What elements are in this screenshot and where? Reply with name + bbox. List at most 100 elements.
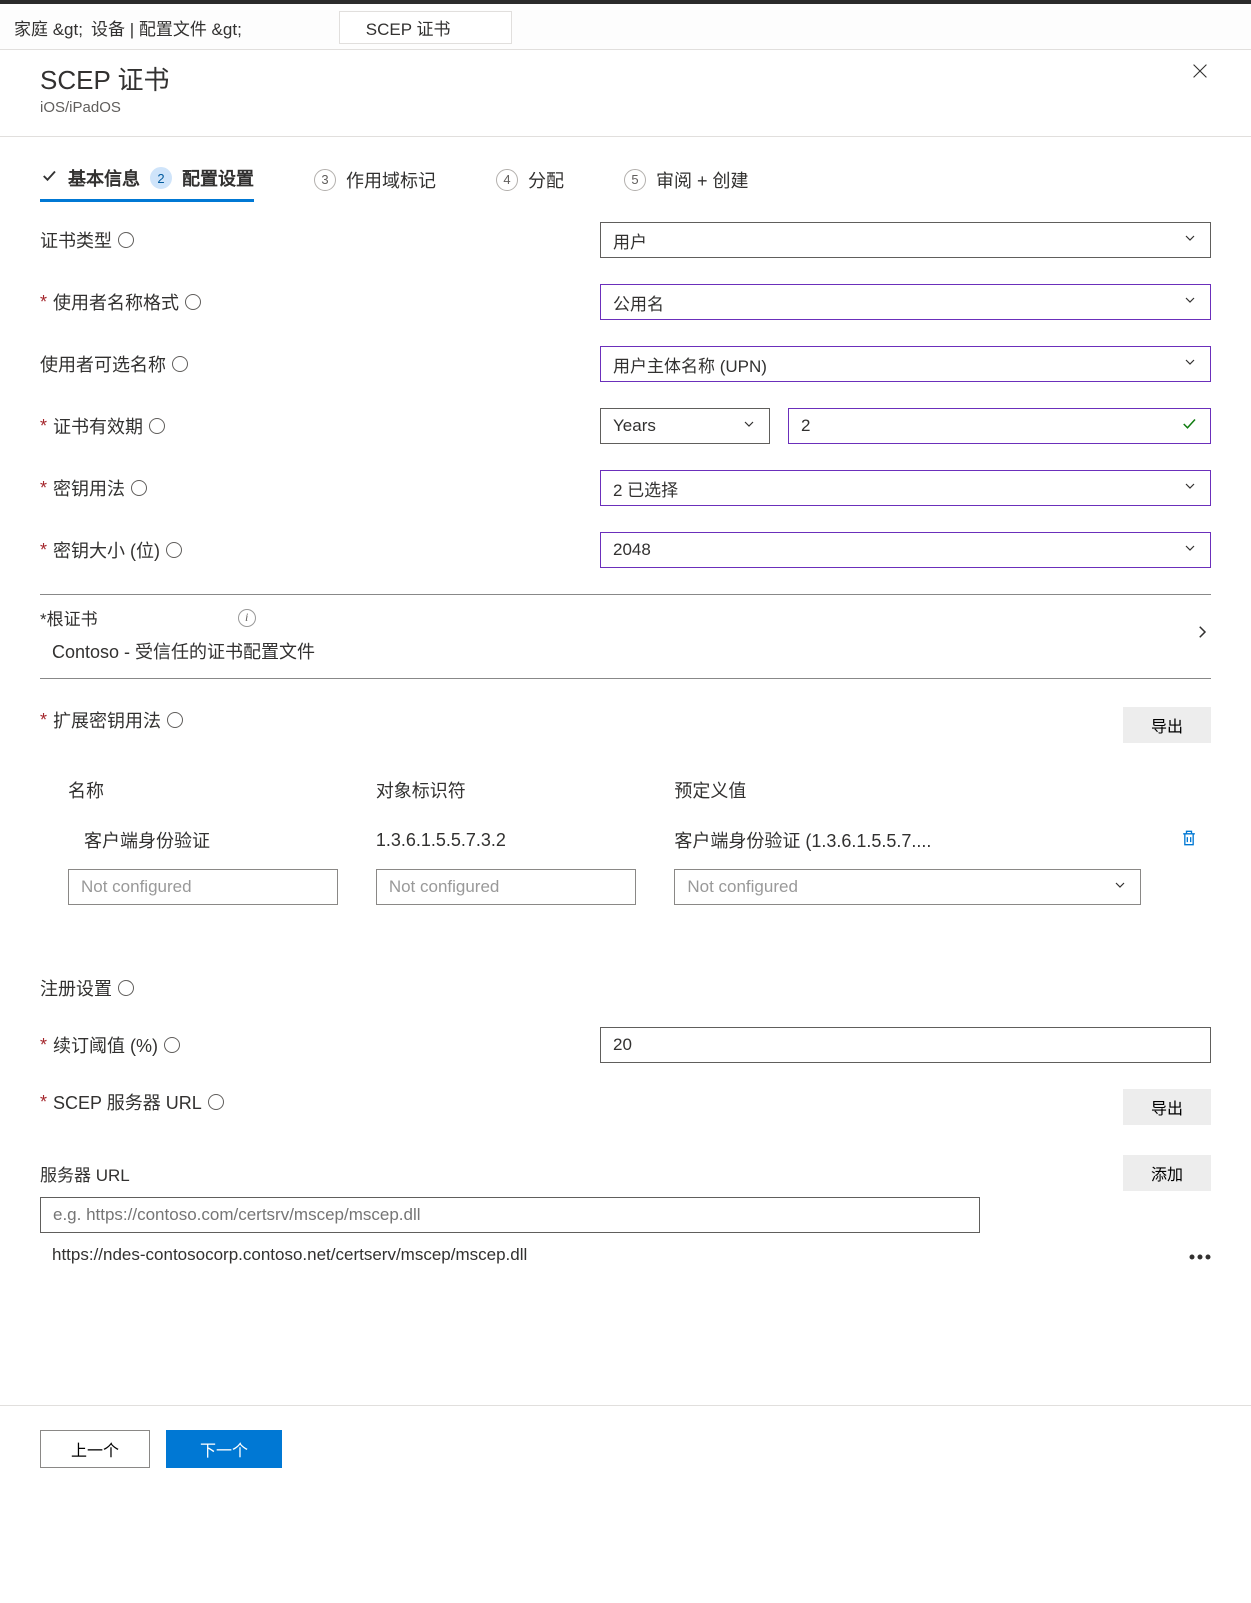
eku-table: 名称 对象标识符 预定义值 客户端身份验证 1.3.6.1.5.5.7.3.2 … (40, 769, 1211, 915)
eku-row-name: 客户端身份验证 (40, 821, 348, 859)
subject-format-select[interactable]: 公用名 (600, 284, 1211, 320)
eku-input-row: Not configured Not configured Not config… (40, 859, 1211, 915)
root-cert-label: *根证书 (40, 605, 98, 630)
info-icon[interactable] (131, 480, 147, 496)
export-button[interactable]: 导出 (1123, 707, 1211, 743)
san-value: 用户主体名称 (UPN) (613, 352, 767, 377)
add-button[interactable]: 添加 (1123, 1155, 1211, 1191)
url-list-item: https://ndes-contosocorp.contoso.net/cer… (40, 1233, 1211, 1265)
required-marker: * (40, 416, 47, 437)
page-subtitle: iOS/iPadOS (40, 99, 170, 116)
chevron-down-icon (1112, 877, 1128, 898)
renew-label: 续订阈值 (%) (53, 1032, 158, 1058)
cert-type-label: 证书类型 (40, 227, 112, 253)
breadcrumb-devices[interactable]: 设备 | 配置文件 &gt; (91, 15, 242, 40)
wizard-step4-num: 4 (496, 169, 518, 191)
breadcrumb-bar: 家庭 &gt; 设备 | 配置文件 &gt; SCEP 证书 (0, 0, 1251, 50)
chevron-down-icon (1182, 540, 1198, 561)
eku-name-input[interactable]: Not configured (68, 869, 338, 905)
keysize-value: 2048 (613, 540, 651, 560)
chevron-down-icon (1182, 292, 1198, 313)
required-marker: * (40, 478, 47, 499)
required-marker: * (40, 1035, 47, 1056)
info-icon[interactable] (167, 712, 183, 728)
required-marker: * (40, 710, 47, 731)
more-icon[interactable] (1189, 1245, 1211, 1265)
info-icon[interactable] (208, 1094, 224, 1110)
keysize-label: 密钥大小 (位) (53, 537, 160, 563)
eku-row-pred: 客户端身份验证 (1.3.6.1.5.5.7.... (646, 821, 1151, 859)
required-marker: * (40, 292, 47, 313)
export-button-2[interactable]: 导出 (1123, 1089, 1211, 1125)
subject-format-value: 公用名 (613, 290, 664, 315)
keyusage-select[interactable]: 2 已选择 (600, 470, 1211, 506)
keyusage-label: 密钥用法 (53, 475, 125, 501)
enroll-label: 注册设置 (40, 975, 112, 1001)
footer-bar: 上一个 下一个 (0, 1405, 1251, 1492)
required-marker: * (40, 1092, 47, 1113)
check-icon (40, 167, 58, 190)
wizard-steps: 基本信息 2 配置设置 3 作用域标记 4 分配 5 审阅 + 创建 (40, 165, 1211, 202)
close-icon[interactable] (1189, 60, 1211, 87)
validity-value-input[interactable]: 2 (788, 408, 1211, 444)
wizard-step-scope[interactable]: 3 作用域标记 (314, 167, 436, 201)
validity-value: 2 (801, 416, 810, 436)
wizard-step2-label: 配置设置 (182, 165, 254, 191)
prev-button[interactable]: 上一个 (40, 1430, 150, 1468)
chevron-down-icon (741, 416, 757, 437)
breadcrumb-current: SCEP 证书 (340, 12, 511, 43)
san-select[interactable]: 用户主体名称 (UPN) (600, 346, 1211, 382)
root-cert-value: Contoso - 受信任的证书配置文件 (40, 638, 315, 664)
chevron-down-icon (1182, 230, 1198, 251)
url-entry: https://ndes-contosocorp.contoso.net/cer… (52, 1245, 527, 1265)
root-cert-row[interactable]: *根证书 i Contoso - 受信任的证书配置文件 (40, 594, 1211, 679)
next-button[interactable]: 下一个 (166, 1430, 282, 1468)
required-marker: * (40, 540, 47, 561)
eku-row-oid: 1.3.6.1.5.5.7.3.2 (348, 821, 647, 859)
eku-col-pred: 预定义值 (646, 769, 1151, 821)
info-icon[interactable] (149, 418, 165, 434)
keysize-select[interactable]: 2048 (600, 532, 1211, 568)
server-url-label: 服务器 URL (40, 1161, 130, 1186)
eku-col-oid: 对象标识符 (348, 769, 647, 821)
info-icon[interactable] (172, 356, 188, 372)
wizard-step3-label: 作用域标记 (346, 167, 436, 193)
keyusage-value: 2 已选择 (613, 476, 678, 501)
page-title: SCEP 证书 (40, 60, 170, 97)
delete-icon[interactable] (1179, 832, 1199, 852)
wizard-step5-label: 审阅 + 创建 (656, 167, 749, 193)
divider (0, 136, 1251, 137)
wizard-step-review[interactable]: 5 审阅 + 创建 (624, 167, 749, 201)
info-icon[interactable] (185, 294, 201, 310)
info-icon[interactable]: i (238, 609, 256, 627)
renew-input[interactable]: 20 (600, 1027, 1211, 1063)
scep-url-label: SCEP 服务器 URL (53, 1089, 202, 1115)
validity-label: 证书有效期 (53, 413, 143, 439)
eku-col-name: 名称 (40, 769, 348, 821)
subject-format-label: 使用者名称格式 (53, 289, 179, 315)
breadcrumb-home[interactable]: 家庭 &gt; (14, 15, 83, 40)
server-url-input[interactable] (40, 1197, 980, 1233)
wizard-step2-num: 2 (150, 167, 172, 189)
wizard-step1-label: 基本信息 (68, 165, 140, 191)
eku-oid-input[interactable]: Not configured (376, 869, 637, 905)
wizard-step5-num: 5 (624, 169, 646, 191)
cert-type-select[interactable]: 用户 (600, 222, 1211, 258)
eku-pred-select[interactable]: Not configured (674, 869, 1141, 905)
info-icon[interactable] (164, 1037, 180, 1053)
wizard-step-assign[interactable]: 4 分配 (496, 167, 564, 201)
wizard-step4-label: 分配 (528, 167, 564, 193)
validity-unit-value: Years (613, 416, 656, 436)
info-icon[interactable] (118, 980, 134, 996)
info-icon[interactable] (118, 232, 134, 248)
cert-type-value: 用户 (613, 228, 647, 253)
renew-value: 20 (613, 1035, 632, 1055)
chevron-right-icon (1193, 623, 1211, 646)
eku-label: 扩展密钥用法 (53, 707, 161, 733)
chevron-down-icon (1182, 478, 1198, 499)
info-icon[interactable] (166, 542, 182, 558)
wizard-step3-num: 3 (314, 169, 336, 191)
san-label: 使用者可选名称 (40, 351, 166, 377)
wizard-step-config[interactable]: 基本信息 2 配置设置 (40, 165, 254, 202)
validity-unit-select[interactable]: Years (600, 408, 770, 444)
